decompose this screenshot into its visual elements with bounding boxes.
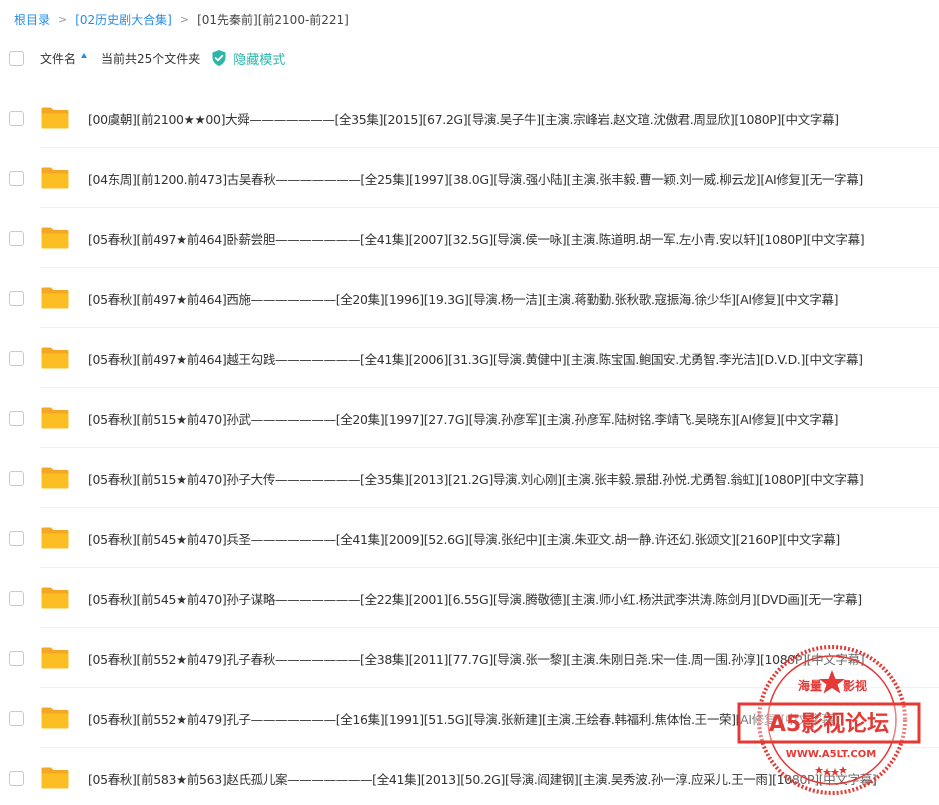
file-name[interactable]: [05春秋][前515★前470]孙武———————[全20集][1997][2… [88, 409, 928, 428]
file-row[interactable]: [05春秋][前497★前464]卧薪尝胆———————[全41集][2007]… [0, 208, 939, 268]
file-row[interactable]: [05春秋][前545★前470]兵圣———————[全41集][2009][5… [0, 508, 939, 568]
row-checkbox[interactable] [9, 470, 24, 486]
file-name[interactable]: [05春秋][前552★前479]孔子春秋———————[全38集][2011]… [88, 649, 928, 668]
file-row[interactable]: [05春秋][前583★前563]赵氏孤儿案———————[全41集][2013… [0, 748, 939, 805]
shield-check-icon [212, 50, 226, 66]
breadcrumb-level1[interactable]: [02历史剧大合集] [75, 11, 172, 28]
file-name[interactable]: [05春秋][前497★前464]西施———————[全20集][1996][1… [88, 289, 928, 308]
file-row[interactable]: [05春秋][前497★前464]西施———————[全20集][1996][1… [0, 268, 939, 328]
file-row[interactable]: [05春秋][前515★前470]孙子大传———————[全35集][2013]… [0, 448, 939, 508]
folder-icon [41, 647, 69, 669]
file-row[interactable]: [05春秋][前515★前470]孙武———————[全20集][1997][2… [0, 388, 939, 448]
file-name[interactable]: [05春秋][前497★前464]越王勾践———————[全41集][2006]… [88, 349, 928, 368]
sort-ascending-icon [81, 52, 88, 58]
file-name[interactable]: [05春秋][前583★前563]赵氏孤儿案———————[全41集][2013… [88, 769, 928, 788]
file-name[interactable]: [00虞朝][前2100★★00]大舜———————[全35集][2015][6… [88, 109, 928, 128]
select-all-checkbox[interactable] [9, 50, 24, 66]
row-checkbox[interactable] [9, 410, 24, 426]
file-row[interactable]: [05春秋][前497★前464]越王勾践———————[全41集][2006]… [0, 328, 939, 388]
file-list: [00虞朝][前2100★★00]大舜———————[全35集][2015][6… [0, 88, 939, 805]
folder-icon [41, 167, 69, 189]
folder-icon [41, 587, 69, 609]
breadcrumb: 根目录 > [02历史剧大合集] > [01先秦前][前2100-前221] [14, 10, 349, 28]
folder-icon [41, 707, 69, 729]
file-name[interactable]: [05春秋][前545★前470]兵圣———————[全41集][2009][5… [88, 529, 928, 548]
sort-by-name-button[interactable]: 文件名 [40, 50, 88, 67]
file-row[interactable]: [04东周][前1200.前473]古吴春秋———————[全25集][1997… [0, 148, 939, 208]
file-name[interactable]: [05春秋][前497★前464]卧薪尝胆———————[全41集][2007]… [88, 229, 928, 248]
breadcrumb-current: [01先秦前][前2100-前221] [197, 12, 349, 27]
folder-icon [41, 767, 69, 789]
folder-icon [41, 527, 69, 549]
row-checkbox[interactable] [9, 650, 24, 666]
folder-icon [41, 407, 69, 429]
row-checkbox[interactable] [9, 350, 24, 366]
folder-icon [41, 287, 69, 309]
row-checkbox[interactable] [9, 290, 24, 306]
file-row[interactable]: [00虞朝][前2100★★00]大舜———————[全35集][2015][6… [0, 88, 939, 148]
row-checkbox[interactable] [9, 530, 24, 546]
file-row[interactable]: [05春秋][前552★前479]孔子春秋———————[全38集][2011]… [0, 628, 939, 688]
file-name[interactable]: [05春秋][前545★前470]孙子谋略———————[全22集][2001]… [88, 589, 928, 608]
row-checkbox[interactable] [9, 770, 24, 786]
file-name[interactable]: [05春秋][前552★前479]孔子———————[全16集][1991][5… [88, 709, 928, 728]
hide-mode-toggle[interactable]: 隐藏模式 [210, 49, 285, 68]
file-row[interactable]: [05春秋][前545★前470]孙子谋略———————[全22集][2001]… [0, 568, 939, 628]
file-count-label: 当前共25个文件夹 [101, 51, 201, 66]
breadcrumb-separator: > [179, 12, 190, 26]
file-row[interactable]: [05春秋][前552★前479]孔子———————[全16集][1991][5… [0, 688, 939, 748]
row-checkbox[interactable] [9, 170, 24, 186]
folder-icon [41, 227, 69, 249]
folder-icon [41, 347, 69, 369]
file-name[interactable]: [04东周][前1200.前473]古吴春秋———————[全25集][1997… [88, 169, 928, 188]
list-header: 文件名 当前共25个文件夹 隐藏模式 [0, 44, 939, 72]
hide-mode-label: 隐藏模式 [233, 52, 286, 68]
breadcrumb-separator: > [58, 12, 68, 26]
column-name-label: 文件名 [40, 51, 77, 66]
row-checkbox[interactable] [9, 590, 24, 606]
file-name[interactable]: [05春秋][前515★前470]孙子大传———————[全35集][2013]… [88, 469, 928, 488]
row-checkbox[interactable] [9, 110, 24, 126]
folder-icon [41, 467, 69, 489]
row-checkbox[interactable] [9, 710, 24, 726]
breadcrumb-root[interactable]: 根目录 [14, 11, 50, 28]
folder-icon [41, 107, 69, 129]
row-checkbox[interactable] [9, 230, 24, 246]
